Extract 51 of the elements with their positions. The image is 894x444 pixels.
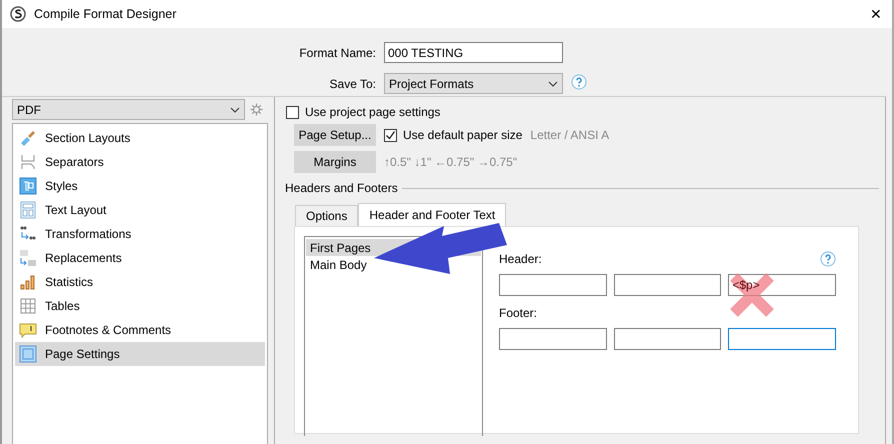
separator-icon [19,153,37,171]
sidebar-item[interactable]: Transformations [15,222,265,246]
tab[interactable]: Header and Footer Text [358,203,506,226]
sidebar-item[interactable]: Text Layout [15,198,265,222]
table-icon [19,297,37,315]
section-title: Headers and Footers [285,181,398,195]
sidebar-item[interactable]: Footnotes & Comments [15,318,265,342]
paragraph-icon [19,177,37,195]
close-icon[interactable]: ✕ [870,6,882,22]
replace-icon [19,249,37,267]
tab[interactable]: Options [295,205,358,226]
sidebar-item[interactable]: Page Settings [15,342,265,366]
text-field[interactable] [614,328,722,350]
text-field[interactable] [499,274,607,296]
text-field[interactable] [728,328,836,350]
format-name-field[interactable]: 000 TESTING [384,42,563,63]
save-to-dropdown[interactable]: Project Formats [384,73,563,94]
comment-icon [19,321,37,339]
window-title: Compile Format Designer [34,7,176,21]
caret-icon [230,106,240,112]
page-icon [19,345,37,363]
text-field[interactable] [614,274,722,296]
caret-icon [548,80,558,86]
page-setup-button[interactable]: Page Setup... [294,124,376,146]
section-item[interactable]: Main Body [310,258,367,272]
bar-chart-icon [19,273,37,291]
app-logo-icon [10,6,26,22]
brush-icon [19,129,37,147]
sidebar-item[interactable]: Section Layouts [15,126,265,150]
checkbox-label: Use project page settings [305,105,440,119]
help-icon[interactable] [571,74,587,90]
sidebar-item[interactable]: Tables [15,294,265,318]
field-label: Save To: [330,76,376,90]
field-label: Format Name: [299,46,376,60]
settings-icon[interactable] [250,103,263,116]
margins-text: ↑0.5" ↓1" ←0.75" →0.75" [384,155,518,169]
text-field[interactable] [499,328,607,350]
footer-label: Footer: [499,306,538,320]
paper-size-text: Letter / ANSI A [530,128,610,142]
header-label: Header: [499,252,542,266]
layout-icon [19,201,37,219]
sidebar-item[interactable]: Replacements [15,246,265,270]
checkbox[interactable] [384,128,397,142]
checkbox[interactable] [286,106,299,118]
help-icon[interactable] [820,251,836,267]
sidebar-item[interactable]: Statistics [15,270,265,294]
margins-button[interactable]: Margins [294,151,376,173]
checkbox-label: Use default paper size [403,128,522,142]
sidebar-item[interactable]: Styles [15,174,265,198]
sidebar-item[interactable]: Separators [15,150,265,174]
format-dropdown[interactable]: PDF [12,99,245,120]
